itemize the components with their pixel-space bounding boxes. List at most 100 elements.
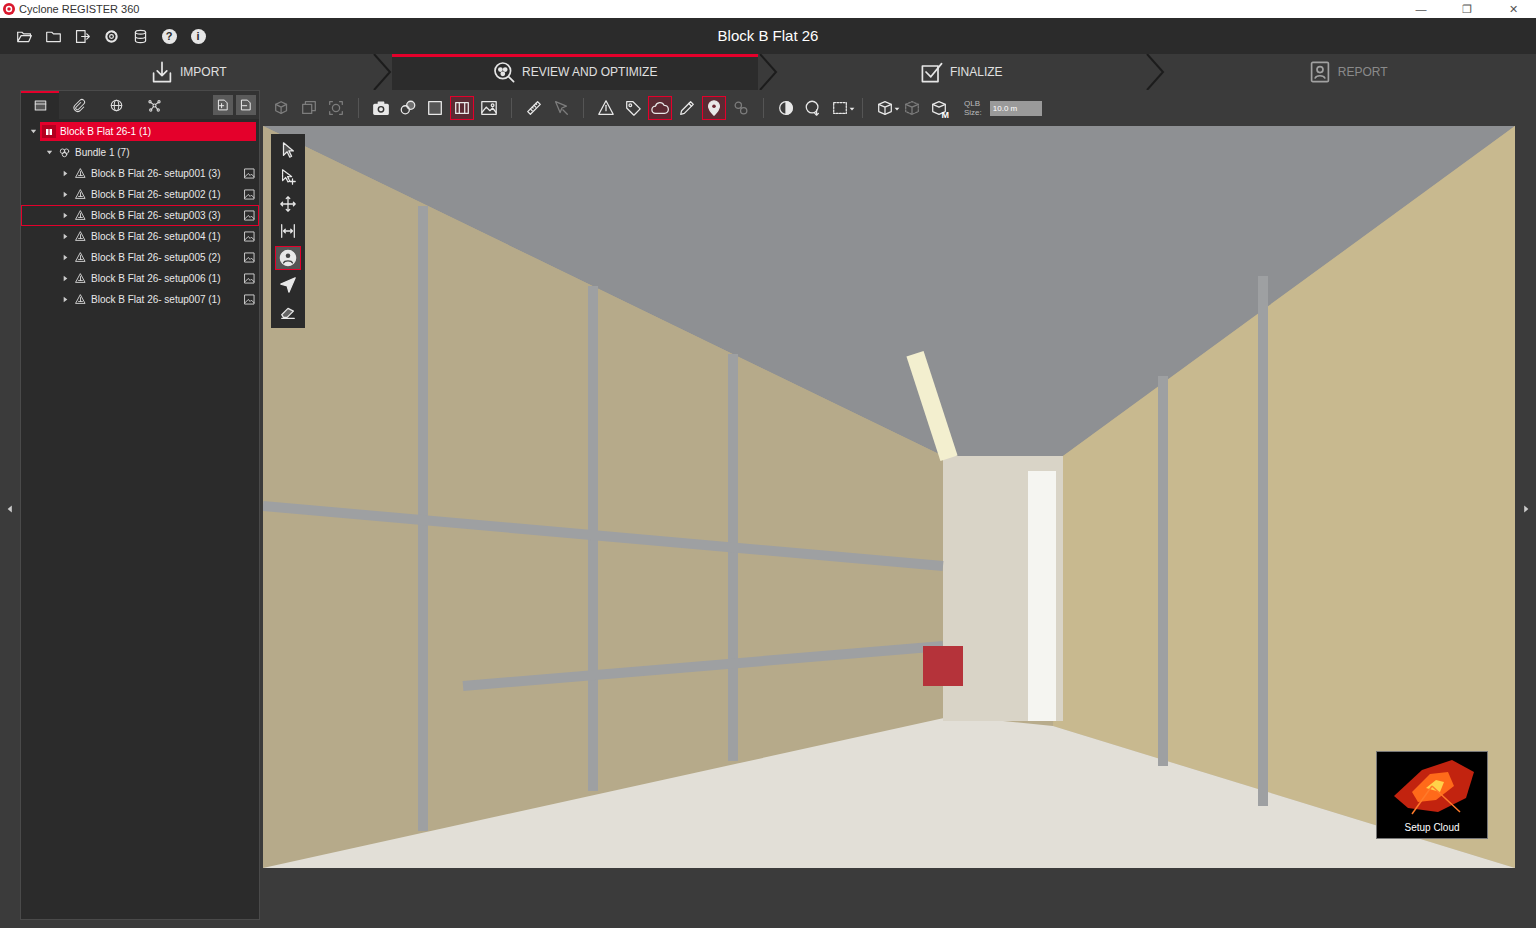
folder-button[interactable]: [43, 26, 63, 46]
zoom-fit-icon: [327, 99, 345, 117]
help-button[interactable]: ?: [159, 26, 179, 46]
expand-toggle[interactable]: [58, 169, 72, 178]
square-icon: [426, 99, 444, 117]
tree-row-label: Block B Flat 26-1 (1): [60, 124, 256, 139]
panel-tab[interactable]: [21, 91, 59, 119]
import-icon: [150, 60, 174, 84]
tree-row-label: Block B Flat 26- setup005 (2): [91, 250, 239, 265]
expand-toggle[interactable]: [58, 190, 72, 199]
setup-cloud-thumbnail[interactable]: Setup Cloud: [1376, 751, 1488, 839]
cube-link-button[interactable]: [270, 96, 294, 120]
view-toolbar: M QLBSize:: [263, 90, 1515, 126]
expand-toggle[interactable]: [42, 148, 56, 157]
measure-pointer-button[interactable]: [549, 96, 573, 120]
arrow-tool-button[interactable]: [275, 138, 301, 162]
tree-row[interactable]: Block B Flat 26- setup004 (1): [21, 226, 259, 247]
toolbar-separator: [358, 98, 359, 118]
left-collapse-button[interactable]: [0, 90, 20, 928]
image-button[interactable]: [477, 96, 501, 120]
fit-tool-button[interactable]: [275, 219, 301, 243]
arrow-plus-tool-button[interactable]: [275, 165, 301, 189]
expand-toggle[interactable]: [58, 232, 72, 241]
export-button[interactable]: [72, 26, 92, 46]
expand-toggle[interactable]: [58, 295, 72, 304]
app-logo-icon: [3, 3, 15, 15]
expand-toggle[interactable]: [58, 211, 72, 220]
cube-m-button[interactable]: M: [927, 96, 951, 120]
menu-icons: ?i: [0, 26, 718, 46]
square-button[interactable]: [423, 96, 447, 120]
setup-icon: [74, 251, 87, 264]
workflow-tab[interactable]: REVIEW AND OPTIMIZE: [392, 54, 759, 90]
toolbar-separator: [862, 98, 863, 118]
cube-dim-button[interactable]: [900, 96, 924, 120]
toolbar-separator: [511, 98, 512, 118]
cloud-button[interactable]: [648, 96, 672, 120]
workflow-tab-label: REVIEW AND OPTIMIZE: [522, 65, 657, 79]
ruler-button[interactable]: [522, 96, 546, 120]
tree-row[interactable]: Block B Flat 26-1 (1): [21, 121, 259, 142]
qlb-label: QLBSize:: [964, 99, 982, 117]
qlb-size-field[interactable]: [990, 101, 1042, 116]
cube-menu-button[interactable]: [873, 96, 897, 120]
tree-row[interactable]: Block B Flat 26- setup002 (1): [21, 184, 259, 205]
limit-box-icon: [453, 99, 471, 117]
view-area: M QLBSize: Setup Cloud: [263, 90, 1515, 928]
tree-row[interactable]: Block B Flat 26- setup007 (1): [21, 289, 259, 310]
plane-tool-button[interactable]: [275, 273, 301, 297]
tree-row[interactable]: Block B Flat 26- setup006 (1): [21, 268, 259, 289]
sphere-pin-button[interactable]: [801, 96, 825, 120]
tag-button[interactable]: [621, 96, 645, 120]
layers-icon: [300, 99, 318, 117]
workflow-tab[interactable]: FINALIZE: [778, 54, 1145, 90]
database-icon: [132, 28, 149, 45]
info-button[interactable]: i: [188, 26, 208, 46]
expand-toggle[interactable]: [26, 127, 40, 136]
eraser-tool-button[interactable]: [275, 300, 301, 324]
view-tools: [271, 134, 305, 328]
pin-button[interactable]: [702, 96, 726, 120]
layers-button[interactable]: [297, 96, 321, 120]
spheres-button[interactable]: [396, 96, 420, 120]
project-title: Block B Flat 26: [718, 25, 819, 48]
select-box-menu-button[interactable]: [828, 96, 852, 120]
expand-toggle[interactable]: [58, 253, 72, 262]
zoom-fit-button[interactable]: [324, 96, 348, 120]
pencil-button[interactable]: [675, 96, 699, 120]
image-thumbnail-icon: [243, 209, 256, 222]
person-tool-button[interactable]: [275, 246, 301, 270]
window-control-button[interactable]: —: [1398, 0, 1444, 18]
network-icon: [147, 98, 162, 113]
right-collapse-button[interactable]: [1515, 90, 1536, 928]
pan-icon: [279, 195, 297, 213]
pan-tool-button[interactable]: [275, 192, 301, 216]
panel-tab[interactable]: [97, 91, 135, 119]
tag-icon: [624, 99, 642, 117]
expand-toggle[interactable]: [58, 274, 72, 283]
bundle-remove-button[interactable]: [236, 95, 256, 115]
folder-icon: [45, 28, 62, 45]
window-control-button[interactable]: ❐: [1444, 0, 1490, 18]
panel-tab[interactable]: [59, 91, 97, 119]
link-button[interactable]: [729, 96, 753, 120]
limit-box-button[interactable]: [450, 96, 474, 120]
setup-icon: [74, 293, 87, 306]
camera-button[interactable]: [369, 96, 393, 120]
tree-row[interactable]: Block B Flat 26- setup001 (3): [21, 163, 259, 184]
bundle-add-button[interactable]: [213, 95, 233, 115]
workflow-tab[interactable]: REPORT: [1165, 54, 1532, 90]
tree-row[interactable]: Block B Flat 26- setup003 (3): [21, 205, 259, 226]
select-box-menu-icon: [831, 99, 849, 117]
tree-row[interactable]: Block B Flat 26- setup005 (2): [21, 247, 259, 268]
triangle-button[interactable]: [594, 96, 618, 120]
folder-open-button[interactable]: [14, 26, 34, 46]
panorama-viewport[interactable]: Setup Cloud: [263, 126, 1515, 868]
window-control-button[interactable]: ✕: [1490, 0, 1536, 18]
workflow-tab[interactable]: IMPORT: [5, 54, 372, 90]
sphere-color-button[interactable]: [774, 96, 798, 120]
gear-button[interactable]: [101, 26, 121, 46]
panel-tab[interactable]: [135, 91, 173, 119]
tree-row[interactable]: Bundle 1 (7): [21, 142, 259, 163]
database-button[interactable]: [130, 26, 150, 46]
info-icon: i: [191, 29, 206, 44]
